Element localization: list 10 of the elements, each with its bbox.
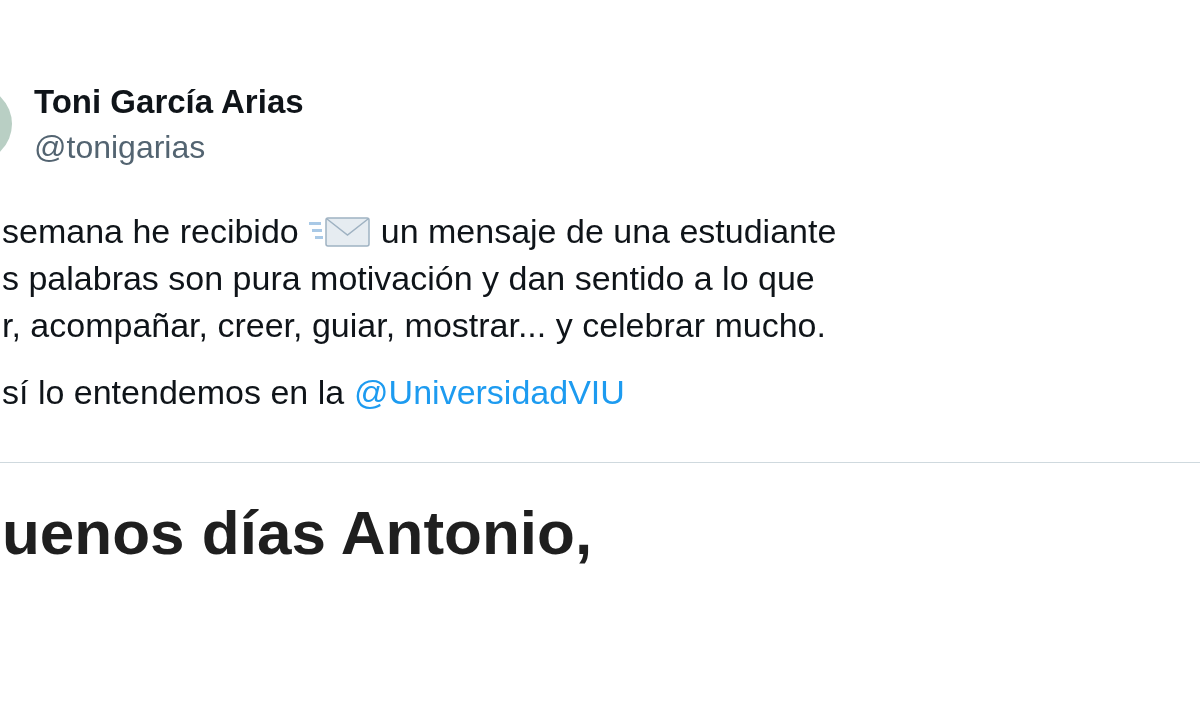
tweet-text: semana he recibido: [2, 211, 299, 252]
tweet-text: r, acompañar, creer, guiar, mostrar... y celebrar mucho.: [2, 305, 826, 346]
mention-link[interactable]: @UniversidadVIU: [354, 369, 625, 416]
tweet-text: sí lo entendemos en la: [2, 372, 345, 413]
author-name: Toni García Arias: [34, 82, 304, 122]
tweet-text: un mensaje de una estudiante: [380, 211, 837, 252]
envelope-icon: [308, 215, 371, 248]
tweet-text: s palabras son pura motivación y dan sentido a lo que: [2, 258, 815, 299]
author-handle: @tonigarias: [34, 128, 207, 166]
image-text: uenos días Antonio,: [1, 497, 593, 569]
